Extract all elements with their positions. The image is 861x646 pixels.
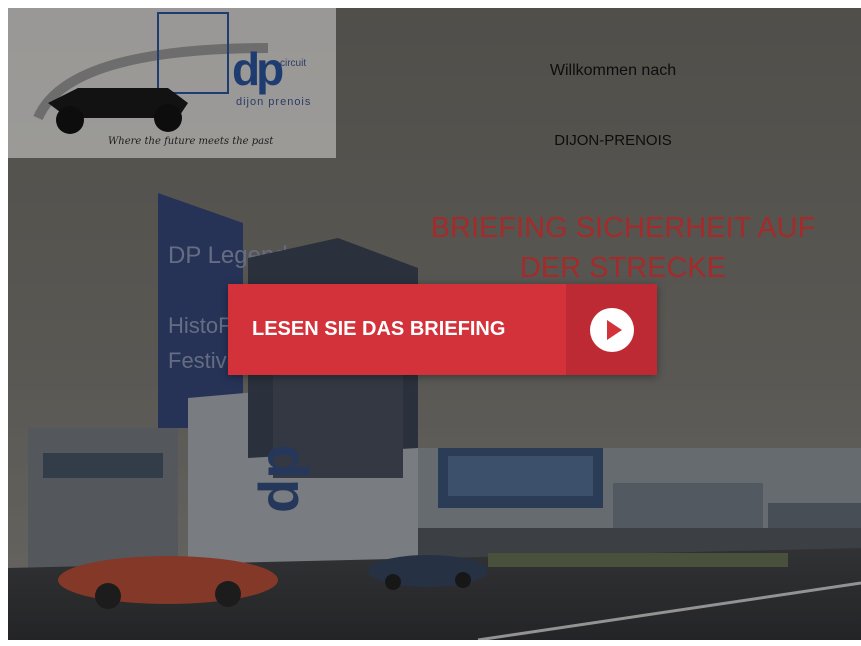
parked-cars xyxy=(488,553,788,567)
banner-text-2: HistoF xyxy=(168,313,232,338)
car-wheel xyxy=(455,572,471,588)
banner-text-3: Festiv xyxy=(168,348,227,373)
logo-word-name: dijon prenois xyxy=(236,96,312,108)
play-glyph xyxy=(607,320,622,340)
car-wheel xyxy=(385,574,401,590)
pit-window-band-2 xyxy=(613,483,763,528)
read-briefing-button[interactable]: LESEN SIE DAS BRIEFING xyxy=(228,284,657,375)
building-mark: dp xyxy=(247,445,310,513)
play-triangle xyxy=(607,320,622,340)
left-wing-windows xyxy=(43,453,163,478)
logo-slogan: Where the future meets the past xyxy=(108,136,274,147)
logo-word-circuit: circuit xyxy=(280,58,307,69)
logo-mark: dp xyxy=(232,43,284,95)
welcome-text: Willkommen nach xyxy=(549,62,677,79)
car-wheel xyxy=(95,583,121,609)
left-wing xyxy=(28,428,178,573)
read-briefing-label: LESEN SIE DAS BRIEFING xyxy=(252,318,506,340)
briefing-title-line-1: BRIEFING SICHERHEIT AUF xyxy=(430,212,816,244)
circuit-logo: dp circuit dijon prenois Where the futur… xyxy=(8,8,336,158)
briefing-title-line-2: DER STRECKE xyxy=(519,252,727,284)
briefing-title: BRIEFING SICHERHEIT AUF DER STRECKE xyxy=(408,208,838,288)
slide-frame: DP Legends HistoF Festiv dp dp circuit d… xyxy=(8,8,861,640)
logo-wheel xyxy=(56,106,84,134)
play-icon xyxy=(590,308,634,352)
car-wheel xyxy=(215,581,241,607)
logo-wheel xyxy=(154,104,182,132)
red-race-car xyxy=(58,556,278,604)
play-icon-zone xyxy=(566,284,657,375)
pit-window-glass xyxy=(448,456,593,496)
venue-name: DIJON-PRENOIS xyxy=(554,132,672,149)
